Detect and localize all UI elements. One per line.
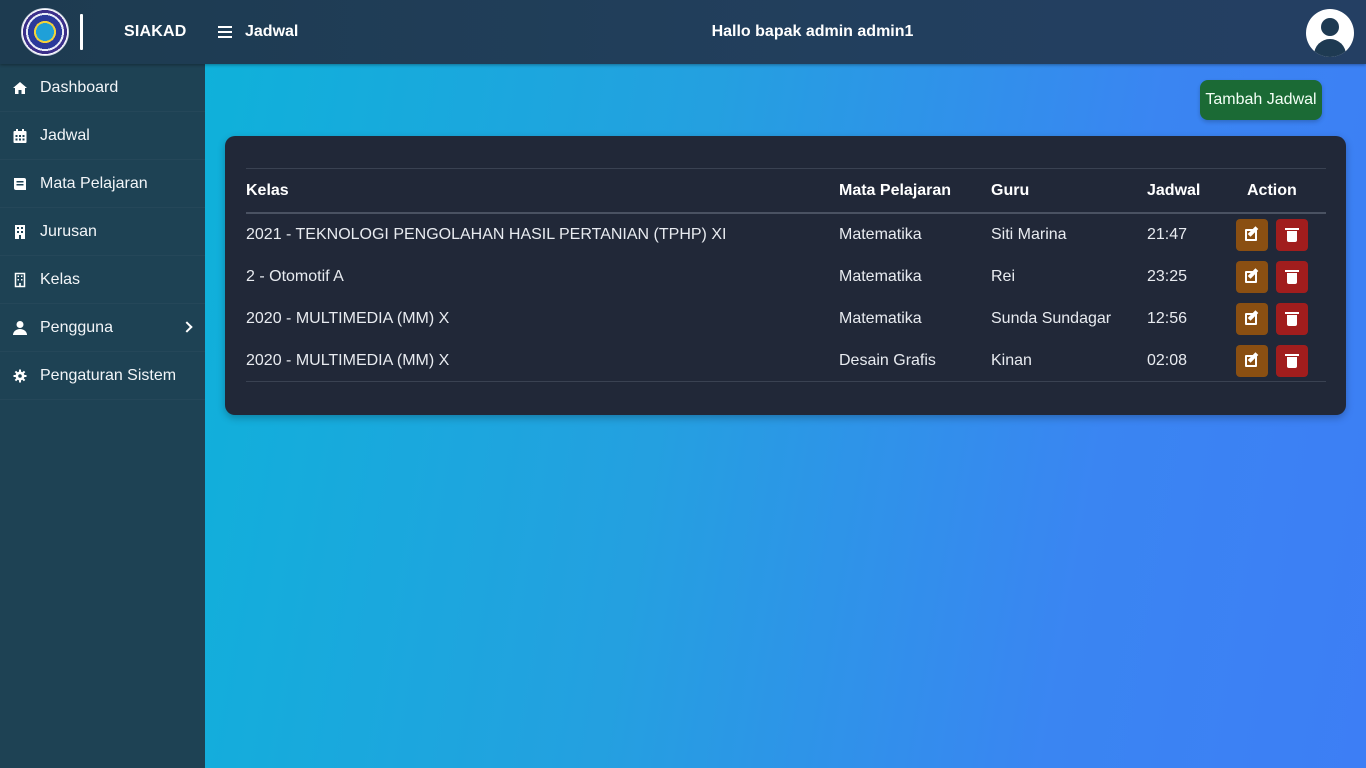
delete-button[interactable] [1276, 303, 1308, 335]
sidebar-item-dashboard[interactable]: Dashboard [0, 64, 205, 112]
cell-guru: Kinan [991, 352, 1032, 369]
cell-jadwal: 21:47 [1147, 226, 1188, 243]
table-row: 2021 - TEKNOLOGI PENGOLAHAN HASIL PERTAN… [246, 214, 1326, 256]
delete-button[interactable] [1276, 261, 1308, 293]
header-action: Action [1247, 182, 1297, 199]
cell-guru: Siti Marina [991, 226, 1067, 243]
cell-mata-pelajaran: Matematika [839, 268, 922, 285]
schedule-card: Kelas Mata Pelajaran Guru Jadwal Action … [225, 136, 1346, 415]
user-avatar-icon[interactable] [1306, 9, 1354, 57]
cell-jadwal: 23:25 [1147, 268, 1188, 285]
trash-icon [1285, 354, 1299, 356]
book-icon [14, 178, 26, 190]
building-icon [15, 225, 25, 239]
table-row: 2020 - MULTIMEDIA (MM) X Matematika Sund… [246, 298, 1326, 340]
cell-kelas: 2020 - MULTIMEDIA (MM) X [246, 310, 450, 327]
main-content: Tambah Jadwal Kelas Mata Pelajaran Guru … [205, 64, 1366, 768]
sidebar: Dashboard Jadwal Mata Pelajaran Jurusan … [0, 64, 205, 768]
cell-guru: Sunda Sundagar [991, 310, 1112, 327]
user-icon [13, 321, 27, 335]
trash-icon [1285, 228, 1299, 230]
header-jadwal: Jadwal [1147, 182, 1201, 199]
cell-jadwal: 02:08 [1147, 352, 1188, 369]
cell-kelas: 2020 - MULTIMEDIA (MM) X [246, 352, 450, 369]
edit-button[interactable] [1236, 303, 1268, 335]
tambah-jadwal-button[interactable]: Tambah Jadwal [1200, 80, 1322, 120]
table-row: 2 - Otomotif A Matematika Rei 23:25 [246, 256, 1326, 298]
cell-kelas: 2 - Otomotif A [246, 268, 344, 285]
sidebar-item-pengguna[interactable]: Pengguna [0, 304, 205, 352]
cell-mata-pelajaran: Desain Grafis [839, 352, 936, 369]
sidebar-item-label: Kelas [40, 271, 81, 288]
table-row: 2020 - MULTIMEDIA (MM) X Desain Grafis K… [246, 340, 1326, 382]
gear-icon [13, 369, 27, 383]
avatar-head [1321, 18, 1339, 36]
sidebar-item-jurusan[interactable]: Jurusan [0, 208, 205, 256]
home-icon [13, 82, 27, 94]
trash-can-body [1287, 231, 1297, 242]
calendar-icon [13, 129, 27, 143]
table-header: Kelas Mata Pelajaran Guru Jadwal Action [246, 169, 1326, 214]
greeting-text: Hallo bapak admin admin1 [0, 23, 1366, 41]
sidebar-item-jadwal[interactable]: Jadwal [0, 112, 205, 160]
trash-icon [1285, 270, 1299, 272]
header-guru: Guru [991, 182, 1030, 199]
edit-button[interactable] [1236, 345, 1268, 377]
sidebar-item-label: Dashboard [40, 79, 119, 96]
trash-icon [1285, 312, 1299, 314]
avatar-body [1314, 39, 1346, 57]
sidebar-item-label: Jadwal [40, 127, 90, 144]
delete-button[interactable] [1276, 219, 1308, 251]
sidebar-item-label: Pengguna [40, 319, 113, 336]
sidebar-item-label: Pengaturan Sistem [40, 367, 177, 384]
sidebar-item-kelas[interactable]: Kelas [0, 256, 205, 304]
chevron-right-icon [181, 321, 193, 333]
sidebar-item-mata-pelajaran[interactable]: Mata Pelajaran [0, 160, 205, 208]
edit-button[interactable] [1236, 261, 1268, 293]
header-kelas: Kelas [246, 182, 289, 199]
schedule-table: Kelas Mata Pelajaran Guru Jadwal Action … [246, 168, 1326, 382]
delete-button[interactable] [1276, 345, 1308, 377]
sidebar-item-pengaturan-sistem[interactable]: Pengaturan Sistem [0, 352, 205, 400]
trash-can-body [1287, 357, 1297, 368]
header-mata-pelajaran: Mata Pelajaran [839, 182, 952, 199]
cell-guru: Rei [991, 268, 1016, 285]
cell-kelas: 2021 - TEKNOLOGI PENGOLAHAN HASIL PERTAN… [246, 226, 727, 243]
cell-mata-pelajaran: Matematika [839, 310, 922, 327]
cell-jadwal: 12:56 [1147, 310, 1188, 327]
greeting-label: Hallo bapak admin admin1 [711, 23, 914, 40]
sidebar-item-label: Mata Pelajaran [40, 175, 148, 192]
trash-can-body [1287, 273, 1297, 284]
sidebar-item-label: Jurusan [40, 223, 97, 240]
top-header: SIAKAD Jadwal Hallo bapak admin admin1 [0, 0, 1366, 64]
cell-mata-pelajaran: Matematika [839, 226, 922, 243]
edit-button[interactable] [1236, 219, 1268, 251]
building-outline-icon [14, 272, 26, 288]
trash-can-body [1287, 315, 1297, 326]
